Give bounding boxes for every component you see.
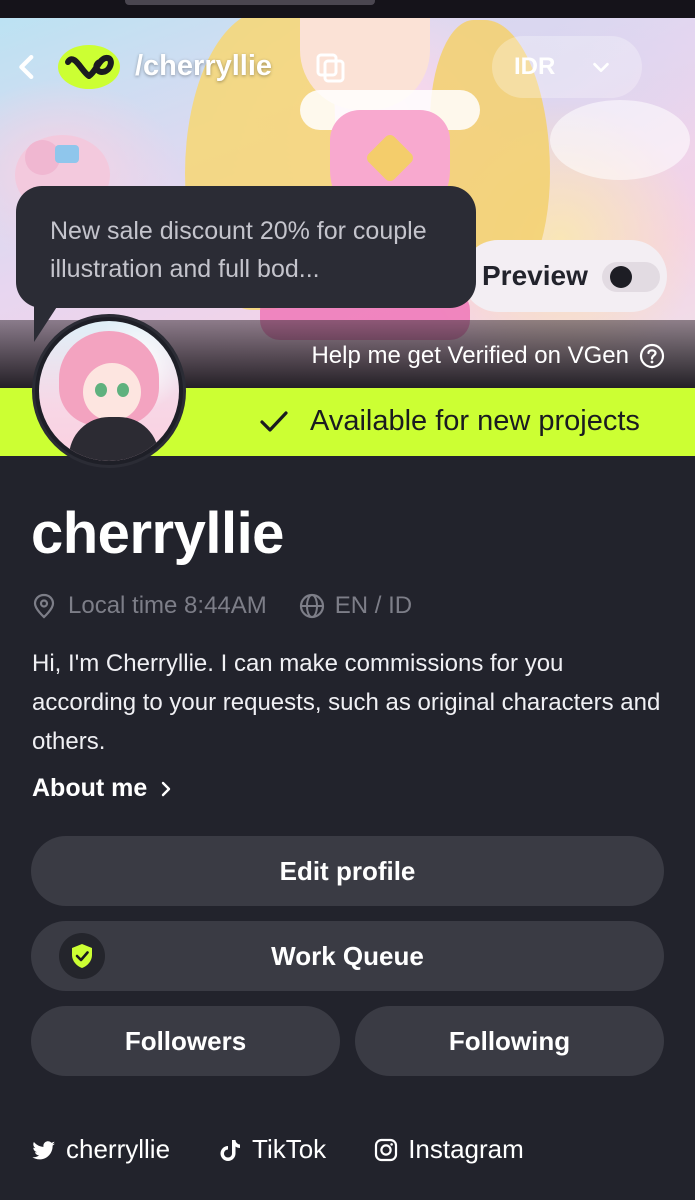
currency-value: IDR: [514, 53, 556, 80]
availability-label: Available for new projects: [310, 405, 640, 437]
followers-label: Followers: [124, 1025, 247, 1056]
work-queue-button[interactable]: Work Queue: [31, 921, 664, 991]
banner-art-bow: [55, 145, 79, 163]
edit-profile-button[interactable]: Edit profile: [31, 836, 664, 906]
globe-icon: [299, 593, 324, 619]
social-link-twitter[interactable]: cherryllie: [32, 1134, 170, 1165]
following-button[interactable]: Following: [355, 1006, 664, 1076]
following-label: Following: [448, 1025, 571, 1056]
social-link-instagram[interactable]: Instagram: [374, 1134, 524, 1165]
preview-label: Preview: [482, 260, 588, 291]
location-pin-icon: [33, 593, 55, 619]
work-queue-label: Work Queue: [271, 940, 424, 971]
promo-tooltip[interactable]: New sale discount 20% for couple illustr…: [16, 186, 476, 308]
verified-shield-icon: [72, 944, 92, 968]
verify-link-label: Help me get Verified on VGen: [311, 342, 629, 369]
tiktok-icon: [220, 1139, 241, 1161]
avatar-art-body: [69, 417, 159, 461]
about-me-link[interactable]: About me: [32, 774, 175, 803]
social-link-tiktok[interactable]: TikTok: [218, 1134, 326, 1165]
promo-text: New sale discount 20% for couple illustr…: [50, 217, 427, 283]
currency-select[interactable]: IDR: [492, 36, 642, 98]
social-label: Instagram: [408, 1134, 524, 1164]
twitter-icon: [32, 1140, 55, 1159]
social-links: cherryllie TikTok Instagram: [32, 1134, 572, 1165]
back-button[interactable]: [10, 50, 44, 84]
avatar-art-eye: [95, 383, 107, 397]
status-notch: [125, 0, 375, 5]
avatar-art-eye: [117, 383, 129, 397]
profile-meta: Local time 8:44AM EN / ID: [32, 592, 412, 620]
queue-badge: [59, 933, 105, 979]
help-icon: [639, 343, 665, 369]
profile-username: cherryllie: [31, 501, 284, 566]
banner-art-cloud: [550, 100, 690, 180]
instagram-icon: [375, 1138, 398, 1161]
social-label: cherryllie: [66, 1134, 171, 1164]
avatar-image: [39, 321, 179, 461]
followers-button[interactable]: Followers: [31, 1006, 340, 1076]
about-me-label: About me: [32, 774, 148, 802]
vgen-logo[interactable]: [56, 42, 122, 92]
copy-icon[interactable]: [315, 52, 347, 84]
chevron-right-icon: [162, 781, 171, 796]
languages: EN / ID: [334, 592, 413, 619]
preview-switch-knob: [610, 266, 632, 288]
social-label: TikTok: [252, 1134, 327, 1164]
profile-handle: /cherryllie: [135, 50, 273, 82]
verify-link[interactable]: Help me get Verified on VGen: [311, 342, 665, 370]
edit-profile-label: Edit profile: [279, 855, 416, 886]
profile-bio: Hi, I'm Cherryllie. I can make commissio…: [32, 650, 661, 755]
avatar-art-face: [83, 363, 141, 421]
local-time: Local time 8:44AM: [68, 592, 267, 619]
chevron-left-icon: [19, 54, 34, 80]
preview-toggle[interactable]: Preview: [462, 240, 667, 312]
vgen-logo-icon: [58, 45, 120, 89]
avatar[interactable]: [32, 314, 186, 468]
chevron-down-icon: [593, 62, 609, 73]
preview-switch[interactable]: [602, 262, 660, 292]
check-icon: [260, 411, 288, 432]
